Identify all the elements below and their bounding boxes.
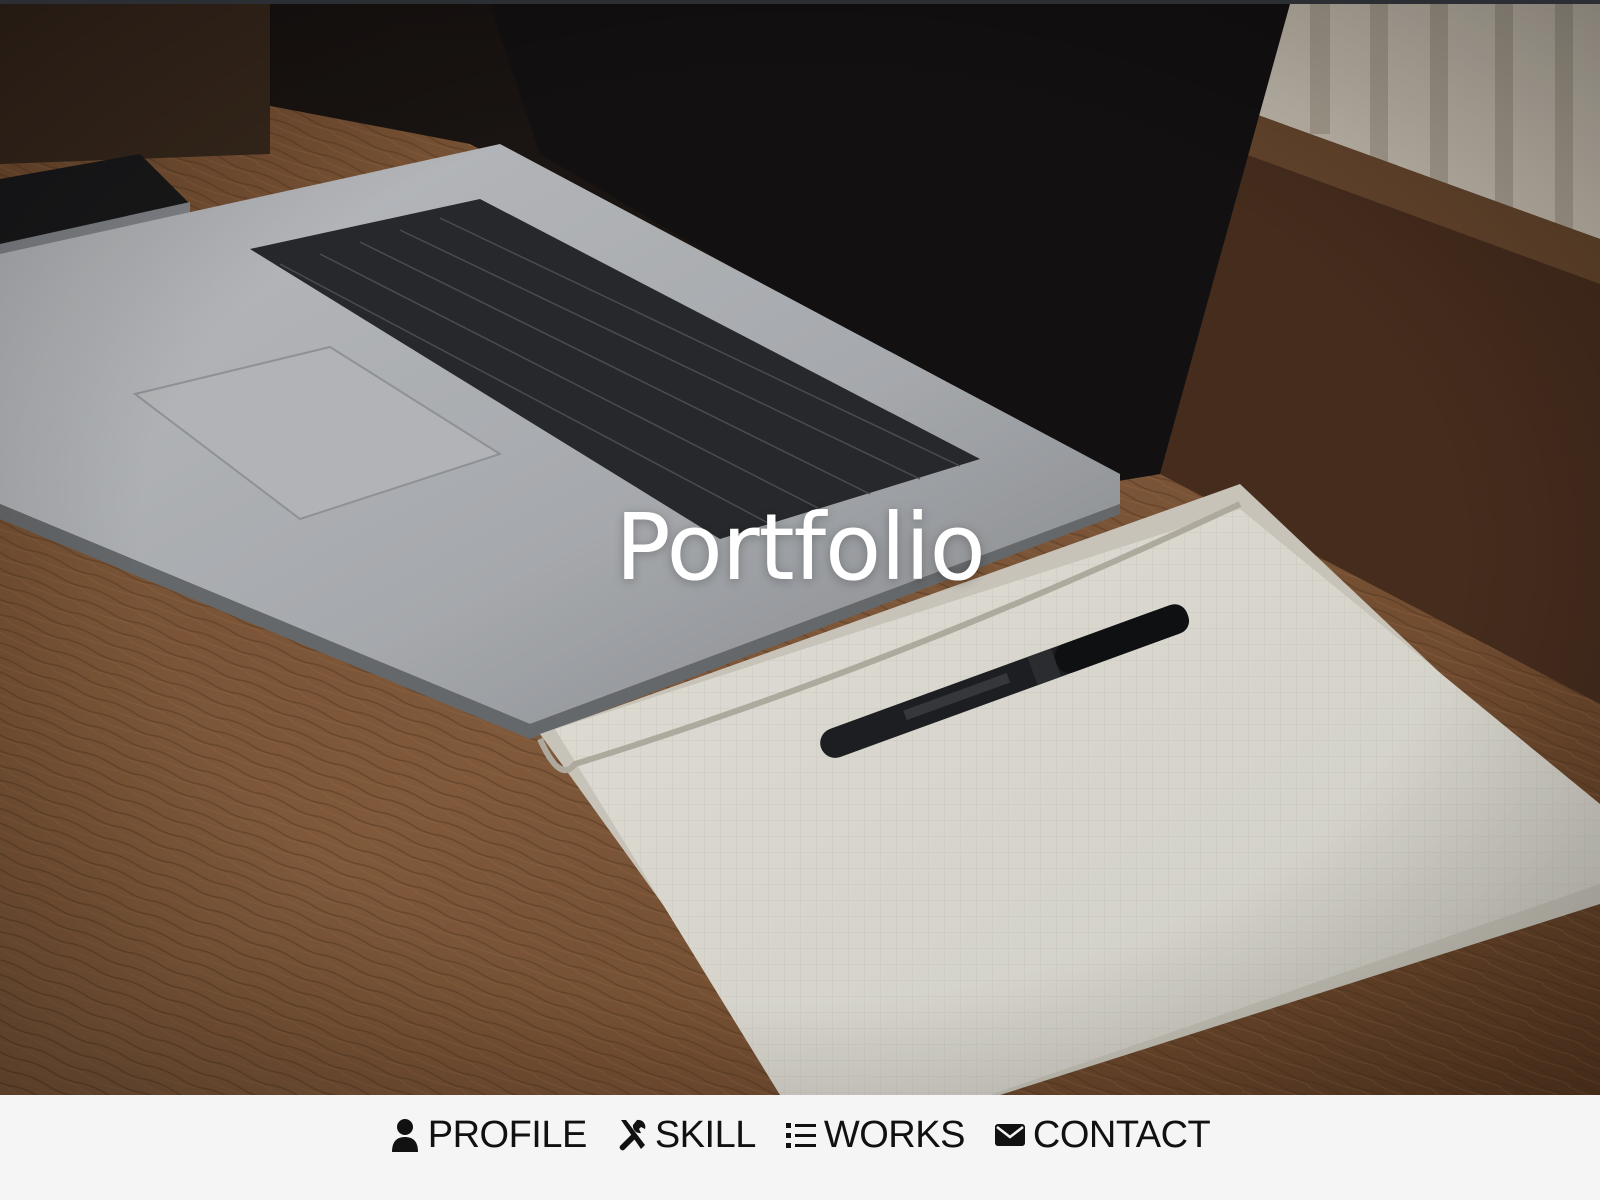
tools-icon [617, 1118, 647, 1152]
nav-item-skill[interactable]: SKILL [617, 1114, 756, 1157]
hero-section: Portfolio [0, 4, 1600, 1095]
hero-title: Portfolio [615, 494, 985, 601]
bottom-navbar: PROFILE SKILL WORKS CONTACT [0, 1095, 1600, 1200]
list-icon [785, 1118, 816, 1152]
nav-item-profile[interactable]: PROFILE [390, 1114, 587, 1157]
nav-item-contact[interactable]: CONTACT [994, 1113, 1211, 1157]
nav-label-works: WORKS [823, 1113, 966, 1156]
nav-label-profile: PROFILE [427, 1113, 588, 1156]
nav-label-contact: CONTACT [1032, 1113, 1211, 1156]
nav-list: PROFILE SKILL WORKS CONTACT [0, 1095, 1600, 1175]
nav-label-skill: SKILL [654, 1113, 757, 1156]
nav-item-works[interactable]: WORKS [785, 1113, 966, 1157]
envelope-icon [994, 1118, 1025, 1152]
user-icon [390, 1118, 420, 1152]
